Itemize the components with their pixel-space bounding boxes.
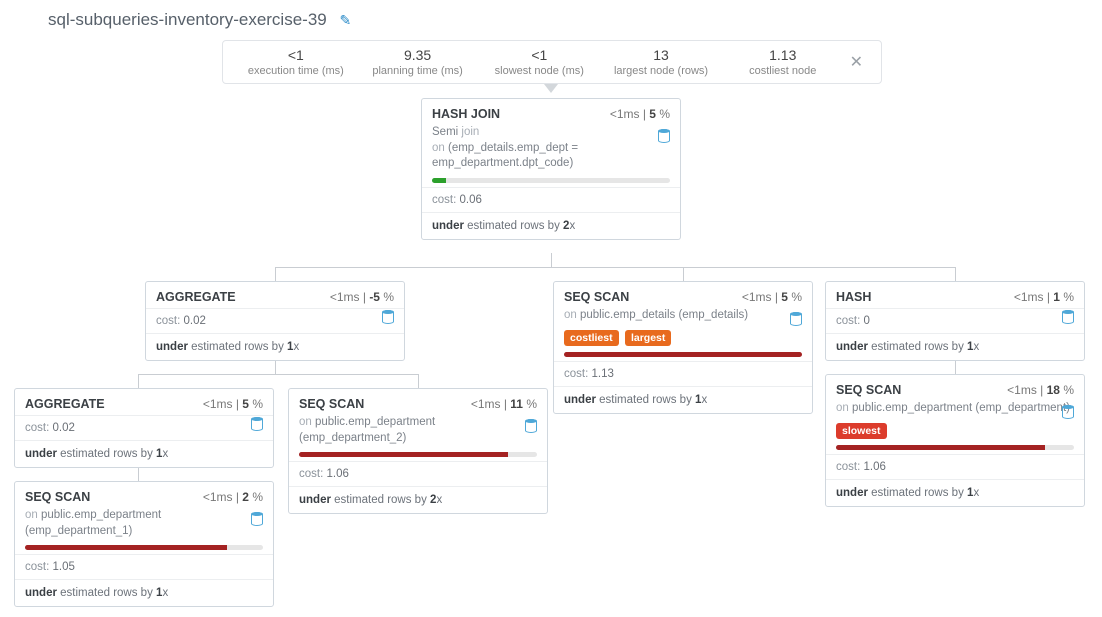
node-subtitle: on public.emp_department (emp_department… (289, 415, 547, 452)
connector (955, 267, 956, 281)
connector (418, 374, 419, 388)
connector (955, 360, 956, 374)
node-cost: cost: 1.06 (289, 461, 547, 486)
connector (138, 467, 139, 481)
node-timing: <1ms | 18 % (1007, 383, 1074, 397)
node-cost: cost: 0.02 (146, 308, 404, 333)
node-title: HASH (836, 290, 871, 304)
tag-costliest: costliest (564, 330, 619, 346)
connector (275, 360, 276, 374)
node-seqscan-emp-department-1[interactable]: SEQ SCAN <1ms | 2 % on public.emp_depart… (14, 481, 274, 607)
stat-value: 9.35 (357, 47, 479, 63)
arrow-down-icon (544, 84, 558, 93)
connector (275, 267, 276, 281)
stat-label: planning time (ms) (357, 65, 479, 77)
node-estimate: under estimated rows by 1x (826, 333, 1084, 360)
tag-largest: largest (625, 330, 671, 346)
connector (138, 374, 418, 375)
node-timing: <1ms | 5 % (203, 397, 263, 411)
database-icon (1062, 405, 1074, 419)
stat-value: <1 (478, 47, 600, 63)
stats-bar: <1 execution time (ms) 9.35 planning tim… (222, 40, 882, 84)
node-tags: costliest largest (554, 330, 812, 352)
database-icon (658, 129, 670, 143)
stat-value: 13 (600, 47, 722, 63)
database-icon (251, 512, 263, 526)
database-icon (790, 312, 802, 326)
node-aggregate-2[interactable]: AGGREGATE <1ms | 5 % cost: 0.02 under es… (14, 388, 274, 468)
node-timing: <1ms | 5 % (610, 107, 670, 121)
database-icon (251, 417, 263, 431)
database-icon (1062, 310, 1074, 324)
stat-planning-time: 9.35 planning time (ms) (357, 47, 479, 77)
node-estimate: under estimated rows by 2x (289, 486, 547, 513)
node-cost: cost: 1.05 (15, 554, 273, 579)
node-cost: cost: 0.02 (15, 415, 273, 440)
node-title: HASH JOIN (432, 107, 500, 121)
node-seqscan-emp-department[interactable]: SEQ SCAN <1ms | 18 % on public.emp_depar… (825, 374, 1085, 507)
node-tags: slowest (826, 423, 1084, 445)
stat-label: execution time (ms) (235, 65, 357, 77)
stat-largest-node: 13 largest node (rows) (600, 47, 722, 77)
node-estimate: under estimated rows by 1x (15, 579, 273, 606)
node-title: AGGREGATE (25, 397, 105, 411)
node-seqscan-emp-department-2[interactable]: SEQ SCAN <1ms | 11 % on public.emp_depar… (288, 388, 548, 514)
node-subtitle: on public.emp_department (emp_department… (826, 401, 1084, 423)
stat-value: 1.13 (722, 47, 844, 63)
node-seqscan-emp-details[interactable]: SEQ SCAN <1ms | 5 % on public.emp_detail… (553, 281, 813, 414)
tag-slowest: slowest (836, 423, 887, 439)
stat-label: largest node (rows) (600, 65, 722, 77)
connector (683, 267, 684, 281)
node-timing: <1ms | 1 % (1014, 290, 1074, 304)
stat-label: slowest node (ms) (478, 65, 600, 77)
node-cost: cost: 1.06 (826, 454, 1084, 479)
node-hash[interactable]: HASH <1ms | 1 % cost: 0 under estimated … (825, 281, 1085, 361)
node-title: SEQ SCAN (299, 397, 364, 411)
node-cost: cost: 0.06 (422, 187, 680, 212)
node-title: SEQ SCAN (564, 290, 629, 304)
connector (138, 374, 139, 388)
node-title: SEQ SCAN (25, 490, 90, 504)
node-timing: <1ms | -5 % (330, 290, 394, 304)
node-cost: cost: 0 (826, 308, 1084, 333)
edit-icon[interactable]: ✎ (339, 12, 351, 29)
title-text: sql-subqueries-inventory-exercise-39 (48, 10, 327, 29)
node-cost: cost: 1.13 (554, 361, 812, 386)
node-aggregate-1[interactable]: AGGREGATE <1ms | -5 % cost: 0.02 under e… (145, 281, 405, 361)
page-title: sql-subqueries-inventory-exercise-39 ✎ (48, 10, 351, 30)
node-estimate: under estimated rows by 1x (554, 386, 812, 413)
stat-execution-time: <1 execution time (ms) (235, 47, 357, 77)
stat-label: costliest node (722, 65, 844, 77)
stat-slowest-node: <1 slowest node (ms) (478, 47, 600, 77)
stat-costliest-node: 1.13 costliest node (722, 47, 844, 77)
connector (275, 267, 955, 268)
node-subtitle: on public.emp_department (emp_department… (15, 508, 273, 545)
node-timing: <1ms | 5 % (742, 290, 802, 304)
stat-value: <1 (235, 47, 357, 63)
node-estimate: under estimated rows by 1x (15, 440, 273, 467)
node-estimate: under estimated rows by 1x (146, 333, 404, 360)
node-estimate: under estimated rows by 1x (826, 479, 1084, 506)
node-hash-join[interactable]: HASH JOIN <1ms | 5 % Semi join on (emp_d… (421, 98, 681, 240)
node-title: AGGREGATE (156, 290, 236, 304)
database-icon (382, 310, 394, 324)
node-subtitle: on public.emp_details (emp_details) (554, 308, 812, 330)
node-timing: <1ms | 11 % (471, 397, 537, 411)
close-icon[interactable]: ✕ (844, 52, 869, 72)
database-icon (525, 419, 537, 433)
node-timing: <1ms | 2 % (203, 490, 263, 504)
node-subtitle: Semi join on (emp_details.emp_dept = emp… (422, 125, 680, 178)
connector (551, 253, 552, 267)
node-title: SEQ SCAN (836, 383, 901, 397)
node-estimate: under estimated rows by 2x (422, 212, 680, 239)
